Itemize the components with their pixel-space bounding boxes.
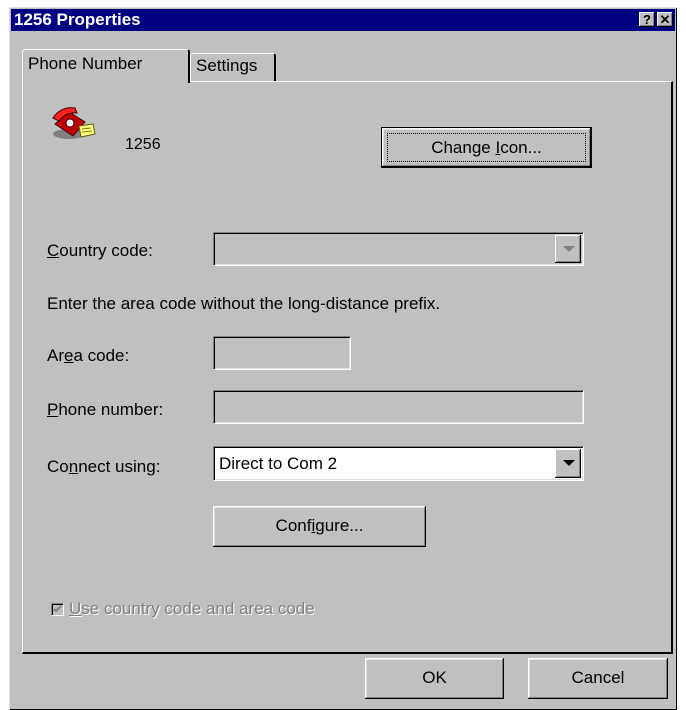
- window-title: 1256 Properties: [14, 10, 141, 29]
- ok-button[interactable]: OK: [365, 658, 504, 699]
- phone-number-label: Phone number:: [47, 400, 164, 419]
- tab-phone-number[interactable]: Phone Number: [22, 49, 190, 83]
- tab-panel: 1256 Change Icon... Country code: Enter …: [22, 81, 673, 654]
- connect-using-value: Direct to Com 2: [219, 454, 338, 473]
- tab-settings[interactable]: Settings: [190, 53, 276, 81]
- country-code-label: Country code:: [47, 241, 153, 260]
- area-code-label: Area code:: [47, 346, 130, 365]
- configure-button[interactable]: Configure...: [213, 506, 426, 547]
- country-code-dropdown[interactable]: [213, 232, 584, 266]
- tab-settings-label: Settings: [196, 56, 258, 75]
- entry-name: 1256: [125, 136, 161, 153]
- phone-number-input[interactable]: [213, 390, 584, 424]
- connect-using-label: Connect using:: [47, 457, 161, 476]
- tab-phone-number-label: Phone Number: [28, 54, 143, 73]
- cancel-button[interactable]: Cancel: [528, 658, 668, 699]
- configure-label: Configure...: [275, 516, 364, 535]
- title-bar[interactable]: 1256 Properties ? ✕: [11, 9, 675, 31]
- chevron-down-icon[interactable]: [555, 449, 581, 478]
- use-country-code-label: Use country code and area code: [69, 599, 315, 618]
- cancel-label: Cancel: [571, 668, 625, 687]
- area-code-hint: Enter the area code without the long-dis…: [47, 294, 441, 313]
- help-button[interactable]: ?: [639, 12, 655, 27]
- chevron-down-icon[interactable]: [555, 235, 581, 263]
- close-button[interactable]: ✕: [657, 12, 673, 27]
- area-code-input[interactable]: [213, 336, 351, 370]
- change-icon-label: Change Icon...: [431, 138, 542, 157]
- use-country-code-checkbox[interactable]: [51, 603, 64, 616]
- telephone-icon: [51, 104, 97, 142]
- checkmark-icon: [53, 605, 62, 613]
- change-icon-button[interactable]: Change Icon...: [381, 127, 592, 168]
- ok-label: OK: [422, 668, 447, 687]
- properties-dialog: 1256 Properties ? ✕ Phone Number Setting…: [9, 7, 677, 710]
- connect-using-dropdown[interactable]: Direct to Com 2: [213, 446, 584, 481]
